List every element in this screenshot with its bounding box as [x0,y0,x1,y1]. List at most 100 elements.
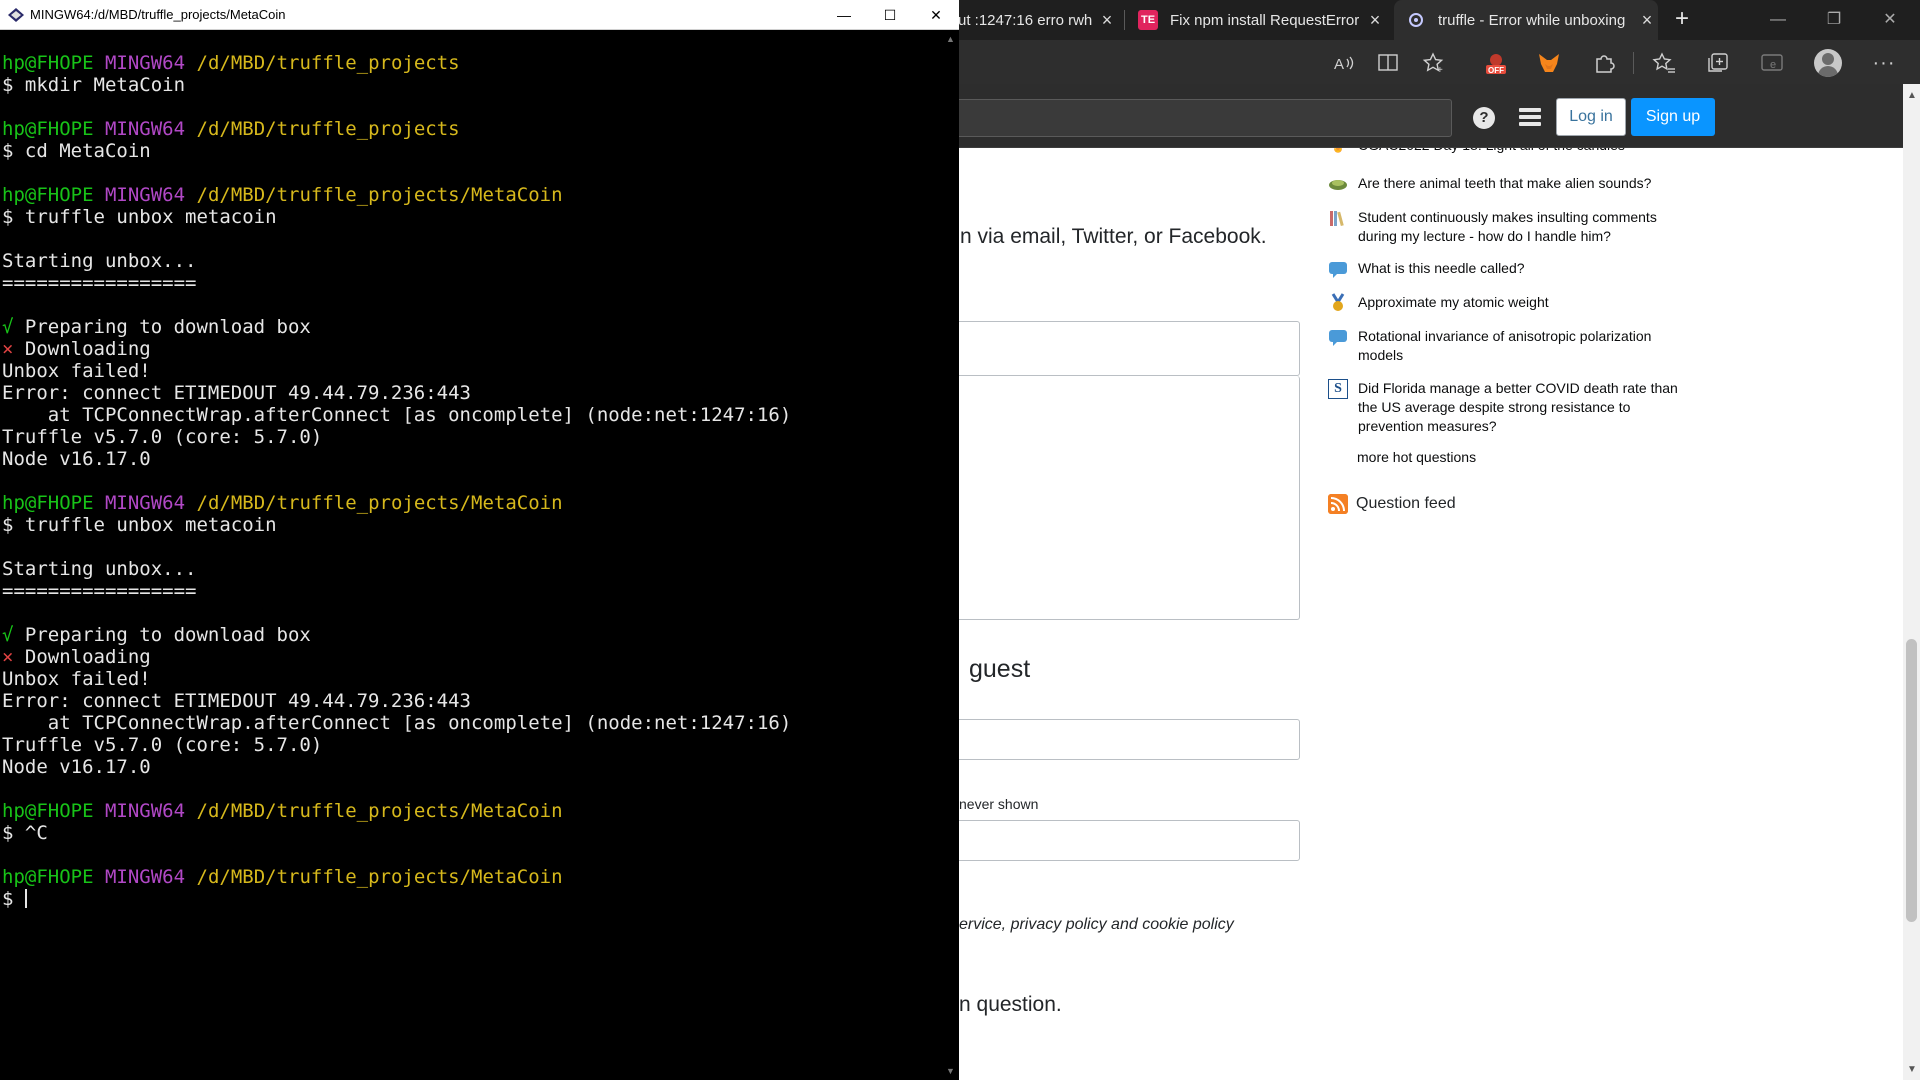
hot-question-link[interactable]: Are there animal teeth that make alien s… [1358,174,1651,194]
tab-close-icon[interactable]: × [1364,10,1386,31]
terminal-prompt-line: hp@FHOPE MINGW64 /d/MBD/truffle_projects… [2,800,942,822]
guest-name-input[interactable] [950,719,1300,760]
extension-off-icon[interactable]: OFF [1483,50,1509,76]
terminal-error-line: × Downloading [2,646,942,668]
terminal-line-text: Downloading [13,338,151,360]
browser-restore-button[interactable]: ❐ [1806,0,1862,40]
hot-question-link[interactable]: What is this needle called? [1358,259,1525,279]
immersive-reader-icon[interactable] [1376,50,1402,76]
terminal-line-text: at TCPConnectWrap.afterConnect [as oncom… [2,404,792,426]
answer-body-textarea[interactable] [950,376,1300,620]
tab-separator [1124,10,1125,30]
prompt-path: /d/MBD/truffle_projects/MetaCoin [196,184,563,206]
scroll-up-arrow-icon[interactable]: ▲ [1907,90,1917,101]
extension-off-badge: OFF [1488,66,1504,75]
terminal-output-line: Unbox failed! [2,668,942,690]
terminal-scroll-up-icon[interactable]: ▲ [946,34,955,44]
speech-bubble-icon [1329,262,1347,278]
login-button[interactable]: Log in [1556,98,1626,136]
more-menu-icon[interactable]: ··· [1871,50,1897,76]
terminal-maximize-button[interactable]: ☐ [867,0,913,30]
site-favicon-icon [1409,13,1423,27]
prompt-path: /d/MBD/truffle_projects/MetaCoin [196,492,563,514]
terminal-titlebar[interactable]: MINGW64:/d/MBD/truffle_projects/MetaCoin… [0,0,959,30]
terminal-prompt-line: hp@FHOPE MINGW64 /d/MBD/truffle_projects [2,118,942,140]
scrollbar-thumb[interactable] [1906,639,1917,922]
terminal-minimize-button[interactable]: — [821,0,867,30]
hot-question-link[interactable]: CGAC2022 Day 18: Light all of the candle… [1358,148,1625,156]
answer-editor-toolbar[interactable] [950,321,1300,376]
terminal-window[interactable]: MINGW64:/d/MBD/truffle_projects/MetaCoin… [0,0,959,1080]
hot-question-item[interactable]: Are there animal teeth that make alien s… [1328,174,1688,194]
favorite-add-icon[interactable]: + [1421,50,1447,76]
tab-close-icon[interactable]: × [1096,10,1118,31]
hot-question-item[interactable]: S Did Florida manage a better COVID deat… [1328,379,1688,436]
terminal-error-line: × Downloading [2,338,942,360]
hot-question-link[interactable]: Did Florida manage a better COVID death … [1358,379,1688,436]
check-mark-icon: √ [2,624,14,646]
site-search-input[interactable] [940,99,1452,137]
terminal-line-text: Starting unbox... [2,558,197,580]
terminal-input-line: $ [2,888,942,910]
terminal-scroll-down-icon[interactable]: ▼ [946,1066,955,1076]
favorites-icon[interactable] [1651,50,1677,76]
question-feed-link[interactable]: Question feed [1328,494,1456,514]
terminal-line-text: Preparing to download box [13,624,311,646]
profile-icon[interactable] [1814,49,1842,77]
scroll-down-arrow-icon[interactable]: ▼ [1907,1064,1917,1075]
guest-email-input[interactable] [950,820,1300,861]
tab-fix-npm-install[interactable]: TE Fix npm install RequestError × [1128,0,1386,40]
extensions-puzzle-icon[interactable] [1591,50,1617,76]
terminal-line-text: Unbox failed! [2,668,151,690]
hot-question-item[interactable]: Rotational invariance of anisotropic pol… [1328,327,1688,365]
site-switcher-icon[interactable] [1519,108,1541,128]
tab-close-icon[interactable]: × [1636,10,1658,31]
terminal-line-text: Downloading [13,646,151,668]
svg-text:e: e [1770,59,1776,71]
prompt-path: /d/MBD/truffle_projects/MetaCoin [196,866,563,888]
browser-close-button[interactable]: ✕ [1862,0,1918,40]
terminal-line-text: Starting unbox... [2,250,197,272]
speech-bubble-icon [1329,330,1347,346]
help-icon[interactable]: ? [1473,107,1495,129]
prompt-host: MINGW64 [104,52,186,74]
medal-icon: 🏅 [1328,148,1348,156]
terminal-output-line: Starting unbox... [2,558,942,580]
metamask-fox-icon[interactable] [1536,50,1562,76]
hot-question-item[interactable]: Approximate my atomic weight [1328,293,1688,313]
hot-question-link[interactable]: Approximate my atomic weight [1358,293,1549,313]
new-tab-button[interactable]: + [1668,6,1696,34]
terminal-scrollbar[interactable]: ▲ ▼ [942,30,959,1080]
text-cursor [24,889,27,908]
page-scrollbar[interactable] [1903,84,1920,1080]
terminal-title: MINGW64:/d/MBD/truffle_projects/MetaCoin [30,7,286,22]
more-hot-questions-link[interactable]: more hot questions [1357,449,1476,465]
read-aloud-icon[interactable]: A [1332,50,1358,76]
hot-question-item[interactable]: Student continuously makes insulting com… [1328,208,1688,246]
tab-title: ut :1247:16 erro rwh [958,11,1093,29]
terminal-close-button[interactable]: ✕ [913,0,959,30]
hot-question-link[interactable]: Student continuously makes insulting com… [1358,208,1688,246]
not-the-answer-text: n question. [959,993,1062,1016]
prompt-user: hp@FHOPE [2,118,94,140]
terminal-output[interactable]: hp@FHOPE MINGW64 /d/MBD/truffle_projects… [2,52,942,910]
ie-mode-icon[interactable]: e [1759,50,1785,76]
avatar-head [1822,53,1834,65]
tab-truffle-error[interactable]: truffle - Error while unboxing × [1394,0,1658,40]
terminal-output-line: Truffle v5.7.0 (core: 5.7.0) [2,734,942,756]
collections-icon[interactable] [1705,50,1731,76]
browser-minimize-button[interactable]: — [1750,0,1806,40]
email-never-shown-text: never shown [959,796,1039,812]
hot-question-link[interactable]: Rotational invariance of anisotropic pol… [1358,327,1688,365]
hot-question-item[interactable]: What is this needle called? [1328,259,1688,279]
terminal-line-text: Node v16.17.0 [2,448,151,470]
hot-question-item[interactable]: 🏅 CGAC2022 Day 18: Light all of the cand… [1328,148,1688,156]
signup-button[interactable]: Sign up [1631,98,1715,136]
terminal-output-line: at TCPConnectWrap.afterConnect [as oncom… [2,712,942,734]
tab-npm-error[interactable]: ut :1247:16 erro rwh × [950,0,1118,40]
prompt-host: MINGW64 [104,866,186,888]
